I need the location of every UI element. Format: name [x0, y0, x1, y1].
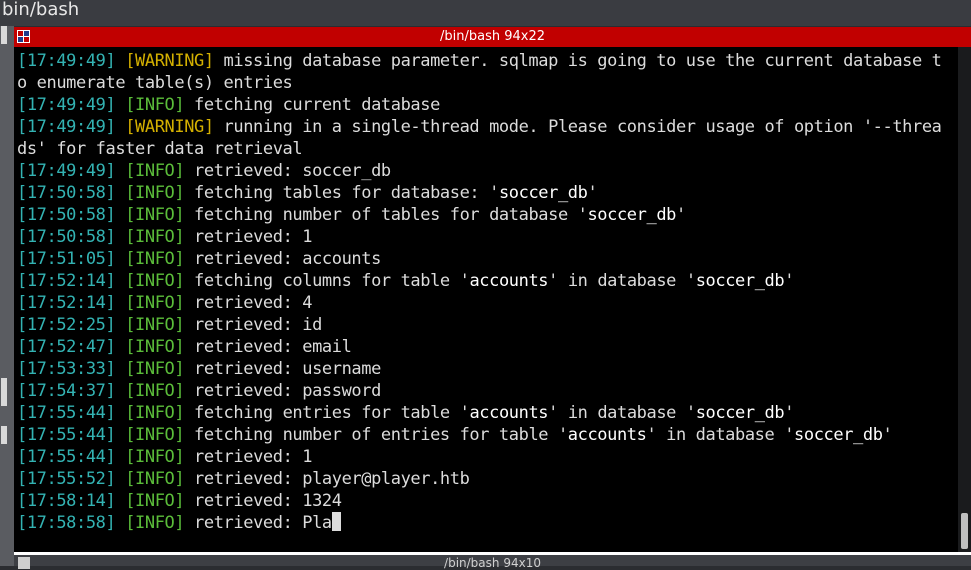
log-message: retrieved: soccer_db — [184, 161, 391, 181]
terminal-line: [17:55:44] [INFO] fetching entries for t… — [17, 402, 958, 424]
log-message: retrieved: username — [184, 359, 381, 379]
log-message: retrieved: id — [184, 315, 322, 335]
log-timestamp: [17:58:58] — [17, 513, 116, 533]
left-pane-gutter — [0, 26, 14, 566]
terminal-line: [17:52:14] [INFO] fetching columns for t… — [17, 270, 958, 292]
log-message: retrieved: password — [184, 381, 381, 401]
log-timestamp: [17:50:58] — [17, 183, 116, 203]
terminal-line: [17:50:58] [INFO] retrieved: 1 — [17, 226, 958, 248]
log-timestamp: [17:52:14] — [17, 293, 116, 313]
gutter-marker — [1, 26, 7, 44]
bottom-pane-title: /bin/bash 94x10 — [444, 556, 541, 570]
terminal-output[interactable]: [17:49:49] [WARNING] missing database pa… — [14, 47, 958, 552]
log-level-info: [INFO] — [125, 337, 185, 357]
log-timestamp: [17:52:14] — [17, 271, 116, 291]
log-timestamp: [17:49:49] — [17, 95, 116, 115]
terminal-line: [17:51:05] [INFO] retrieved: accounts — [17, 248, 958, 270]
log-message: retrieved: 1324 — [184, 491, 342, 511]
log-level-info: [INFO] — [125, 227, 185, 247]
log-timestamp: [17:49:49] — [17, 161, 116, 181]
log-timestamp: [17:55:52] — [17, 469, 116, 489]
log-message: fetching number of tables for database '… — [184, 205, 686, 225]
log-level-info: [INFO] — [125, 403, 185, 423]
log-level-info: [INFO] — [125, 513, 185, 533]
log-level-info: [INFO] — [125, 293, 185, 313]
log-timestamp: [17:53:33] — [17, 359, 116, 379]
log-level-info: [INFO] — [125, 447, 185, 467]
log-message: missing database parameter. sqlmap is go… — [213, 51, 942, 71]
log-level-warning: [WARNING] — [125, 51, 214, 71]
log-message: retrieved: 1 — [184, 447, 313, 467]
log-timestamp: [17:49:49] — [17, 51, 116, 71]
gutter-marker — [1, 426, 7, 444]
log-message: fetching current database — [184, 95, 440, 115]
log-timestamp: [17:50:58] — [17, 205, 116, 225]
gutter-marker — [1, 378, 7, 406]
log-message: retrieved: email — [184, 337, 352, 357]
log-timestamp: [17:49:49] — [17, 117, 116, 137]
log-timestamp: [17:55:44] — [17, 447, 116, 467]
log-message: fetching columns for table 'accounts' in… — [184, 271, 795, 291]
scrollbar-thumb[interactable] — [961, 513, 968, 549]
terminal-line: [17:52:25] [INFO] retrieved: id — [17, 314, 958, 336]
terminal-line: [17:55:52] [INFO] retrieved: player@play… — [17, 468, 958, 490]
terminal-line: [17:50:58] [INFO] fetching tables for da… — [17, 182, 958, 204]
log-level-info: [INFO] — [125, 161, 185, 181]
log-level-info: [INFO] — [125, 359, 185, 379]
log-timestamp: [17:54:37] — [17, 381, 116, 401]
log-level-info: [INFO] — [125, 381, 185, 401]
log-message: ds' for faster data retrieval — [17, 139, 303, 159]
log-level-info: [INFO] — [125, 95, 185, 115]
log-message: retrieved: 1 — [184, 227, 313, 247]
terminal-line: [17:49:49] [INFO] retrieved: soccer_db — [17, 160, 958, 182]
log-timestamp: [17:52:25] — [17, 315, 116, 335]
terminal-line: [17:55:44] [INFO] retrieved: 1 — [17, 446, 958, 468]
terminal-line: [17:58:58] [INFO] retrieved: Pla — [17, 512, 958, 534]
log-message: retrieved: player@player.htb — [184, 469, 470, 489]
terminal-line: [17:49:49] [WARNING] missing database pa… — [17, 50, 958, 72]
log-level-info: [INFO] — [125, 271, 185, 291]
window-title: bin/bash — [0, 0, 971, 26]
log-message: fetching number of entries for table 'ac… — [184, 425, 893, 445]
terminal-line: [17:52:14] [INFO] retrieved: 4 — [17, 292, 958, 314]
log-message: fetching tables for database: 'soccer_db… — [184, 183, 598, 203]
log-level-info: [INFO] — [125, 205, 185, 225]
terminal-line: o enumerate table(s) entries — [17, 72, 958, 94]
terminal-line: [17:55:44] [INFO] fetching number of ent… — [17, 424, 958, 446]
terminal-cursor — [331, 512, 341, 531]
log-timestamp: [17:50:58] — [17, 227, 116, 247]
log-timestamp: [17:55:44] — [17, 403, 116, 423]
terminal-line: ds' for faster data retrieval — [17, 138, 958, 160]
log-level-info: [INFO] — [125, 315, 185, 335]
log-level-info: [INFO] — [125, 469, 185, 489]
log-timestamp: [17:55:44] — [17, 425, 116, 445]
pane-title: /bin/bash 94x22 — [439, 29, 545, 44]
log-level-info: [INFO] — [125, 491, 185, 511]
log-message: retrieved: accounts — [184, 249, 381, 269]
log-message: retrieved: Pla — [184, 513, 332, 533]
terminal-scrollbar[interactable] — [958, 47, 971, 552]
terminal-line: [17:53:33] [INFO] retrieved: username — [17, 358, 958, 380]
log-message: running in a single-thread mode. Please … — [213, 117, 942, 137]
terminal-line: [17:54:37] [INFO] retrieved: password — [17, 380, 958, 402]
terminal-line: [17:50:58] [INFO] fetching number of tab… — [17, 204, 958, 226]
log-timestamp: [17:52:47] — [17, 337, 116, 357]
pane-title-bar[interactable]: /bin/bash 94x22 — [14, 27, 971, 47]
log-level-info: [INFO] — [125, 425, 185, 445]
log-message: o enumerate table(s) entries — [17, 73, 293, 93]
terminal-line: [17:49:49] [INFO] fetching current datab… — [17, 94, 958, 116]
log-timestamp: [17:58:14] — [17, 491, 116, 511]
pane-grid-icon[interactable] — [17, 30, 30, 43]
terminal-line: [17:49:49] [WARNING] running in a single… — [17, 116, 958, 138]
log-level-info: [INFO] — [125, 183, 185, 203]
log-level-info: [INFO] — [125, 249, 185, 269]
terminal-line: [17:52:47] [INFO] retrieved: email — [17, 336, 958, 358]
terminal-line: [17:58:14] [INFO] retrieved: 1324 — [17, 490, 958, 512]
log-message: fetching entries for table 'accounts' in… — [184, 403, 795, 423]
bottom-pane-title-bar[interactable]: /bin/bash 94x10 — [14, 552, 971, 570]
log-level-warning: [WARNING] — [125, 117, 214, 137]
log-timestamp: [17:51:05] — [17, 249, 116, 269]
log-message: retrieved: 4 — [184, 293, 313, 313]
